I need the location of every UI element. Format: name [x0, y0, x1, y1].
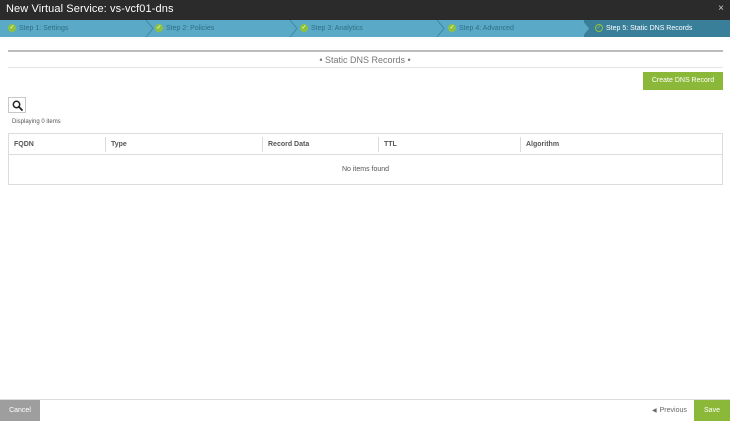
close-icon[interactable]: × [718, 3, 724, 14]
column-header-record-data[interactable]: Record Data [263, 134, 378, 154]
modal-title: New Virtual Service: vs-vcf01-dns [6, 3, 174, 15]
check-icon: ✓ [595, 23, 603, 32]
item-count: Displaying 0 items [12, 119, 61, 125]
table-header: FQDN Type Record Data TTL Algorithm [9, 134, 722, 155]
wizard-step-policies[interactable]: ✓ Step 2: Policies [155, 20, 297, 37]
wizard-step-analytics[interactable]: ✓ Step 3: Analytics [300, 20, 440, 37]
wizard-step-label: Step 2: Policies [166, 25, 215, 32]
wizard-step-static-dns-records[interactable]: ✓ Step 5: Static DNS Records [584, 20, 730, 37]
step-separator-icon [436, 20, 445, 37]
check-icon: ✓ [448, 23, 456, 32]
step-separator-icon [289, 20, 298, 37]
cancel-button[interactable]: Cancel [0, 400, 40, 421]
column-header-fqdn[interactable]: FQDN [9, 134, 105, 154]
wizard-steps: ✓ Step 1: Settings ✓ Step 2: Policies ✓ Ste… [0, 20, 730, 37]
column-header-ttl[interactable]: TTL [379, 134, 520, 154]
column-header-algorithm[interactable]: Algorithm [521, 134, 721, 154]
previous-label: Previous [659, 407, 687, 414]
section-title: • Static DNS Records • [319, 55, 411, 65]
create-dns-record-button[interactable]: Create DNS Record [643, 72, 723, 90]
empty-state-message: No items found [341, 166, 390, 173]
wizard-step-advanced[interactable]: ✓ Step 4: Advanced [448, 20, 580, 37]
check-icon: ✓ [155, 23, 163, 32]
previous-button[interactable]: ◀ Previous [652, 400, 687, 421]
search-icon [12, 100, 23, 111]
wizard-step-label: Step 1: Settings [19, 25, 69, 32]
modal-header: New Virtual Service: vs-vcf01-dns × [0, 0, 730, 20]
step-separator-icon [145, 20, 154, 37]
column-header-type[interactable]: Type [106, 134, 262, 154]
search-button[interactable] [8, 97, 26, 113]
wizard-step-settings[interactable]: ✓ Step 1: Settings [0, 20, 150, 37]
section-divider [8, 50, 723, 52]
save-button[interactable]: Save [694, 400, 730, 421]
dns-records-table: FQDN Type Record Data TTL Algorithm No i… [8, 133, 723, 185]
caret-left-icon: ◀ [652, 408, 657, 414]
wizard-step-label: Step 3: Analytics [311, 25, 363, 32]
check-icon: ✓ [300, 23, 308, 32]
section-underline [8, 67, 723, 68]
modal-footer: Cancel ◀ Previous Save [0, 399, 730, 421]
wizard-step-label: Step 5: Static DNS Records [606, 25, 693, 32]
wizard-step-label: Step 4: Advanced [459, 25, 514, 32]
check-icon: ✓ [8, 23, 16, 32]
step-separator-icon [582, 20, 589, 37]
